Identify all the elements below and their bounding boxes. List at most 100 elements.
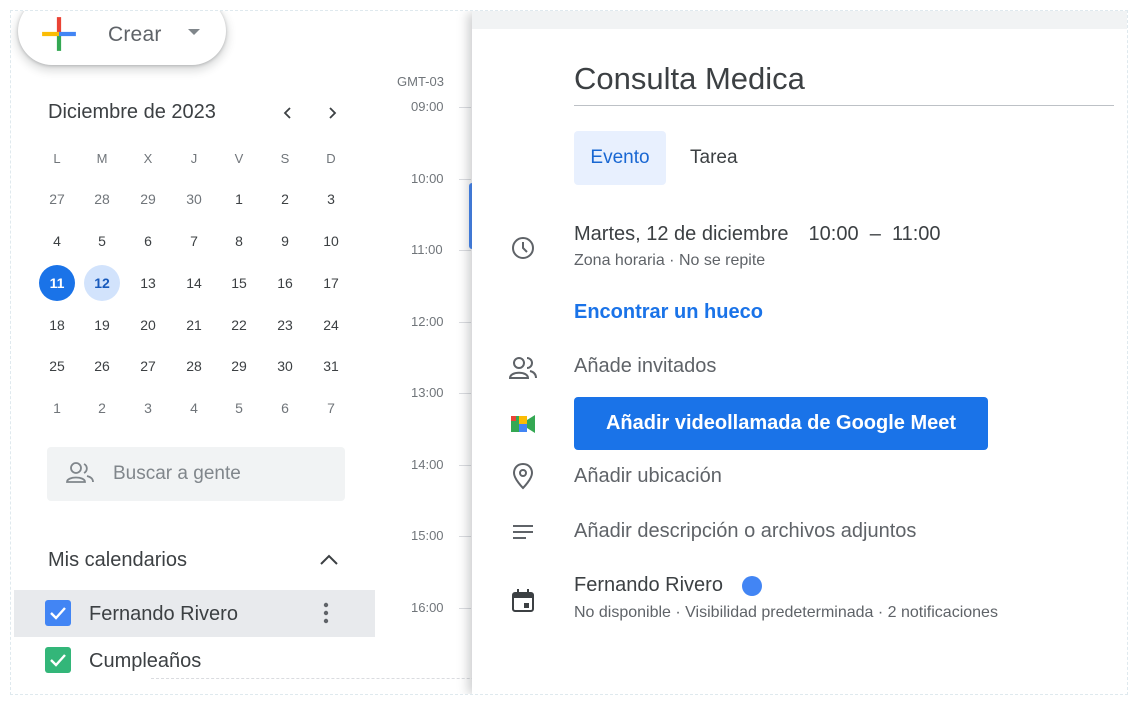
people-search-placeholder: Buscar a gente [113, 463, 241, 484]
calendar-day[interactable]: 7 [176, 223, 212, 259]
calendar-day[interactable]: 6 [267, 390, 303, 426]
event-title-input[interactable]: Consulta Medica [574, 61, 1114, 106]
check-icon [50, 654, 66, 667]
calendar-checkbox[interactable] [45, 600, 71, 626]
calendar-day[interactable]: 5 [84, 223, 120, 259]
caret-down-icon [188, 29, 200, 35]
hour-gridline [459, 465, 471, 466]
calendar-day[interactable]: 3 [130, 390, 166, 426]
calendar-day[interactable]: 28 [176, 348, 212, 384]
chevron-up-icon[interactable] [316, 547, 342, 573]
calendar-day[interactable]: 2 [267, 181, 303, 217]
calendar-day[interactable]: 7 [313, 390, 349, 426]
hour-gridline [459, 322, 471, 323]
calendar-item-fernando-rivero[interactable]: Fernando Rivero [14, 590, 375, 637]
calendar-day[interactable]: 9 [267, 223, 303, 259]
calendar-day[interactable]: 27 [39, 181, 75, 217]
calendar-day[interactable]: 31 [313, 348, 349, 384]
hour-label: 11:00 [411, 242, 443, 257]
people-search-input[interactable]: Buscar a gente [47, 447, 345, 501]
tab-evento[interactable]: Evento [574, 131, 666, 185]
hour-gridline [459, 536, 471, 537]
calendar-day[interactable]: 28 [84, 181, 120, 217]
calendar-day[interactable]: 29 [221, 348, 257, 384]
calendar-day[interactable]: 2 [84, 390, 120, 426]
calendar-day[interactable]: 15 [221, 265, 257, 301]
more-vert-icon[interactable] [314, 599, 338, 627]
weekday-label: S [280, 151, 290, 166]
calendar-day[interactable]: 24 [313, 307, 349, 343]
calendar-day[interactable]: 5 [221, 390, 257, 426]
hour-label: 10:00 [411, 171, 444, 186]
calendar-details[interactable]: No disponible · Visibilidad predetermina… [574, 604, 998, 622]
my-calendars-title: Mis calendarios [48, 549, 187, 571]
calendar-day[interactable]: 17 [313, 265, 349, 301]
google-meet-icon [511, 415, 535, 433]
calendar-day[interactable]: 18 [39, 307, 75, 343]
add-guests-input[interactable]: Añade invitados [574, 355, 716, 378]
calendar-day[interactable]: 30 [176, 181, 212, 217]
event-editor-panel: Consulta Medica Evento Tarea Martes, 12 … [472, 11, 1127, 694]
people-icon [66, 462, 94, 483]
calendar-day[interactable]: 13 [130, 265, 166, 301]
calendar-day[interactable]: 1 [221, 181, 257, 217]
event-date[interactable]: Martes, 12 de diciembre [574, 223, 789, 245]
chevron-right-icon[interactable] [320, 101, 344, 125]
chevron-left-icon[interactable] [276, 101, 300, 125]
calendar-day[interactable]: 23 [267, 307, 303, 343]
calendar-day[interactable]: 19 [84, 307, 120, 343]
plus-icon [42, 17, 76, 51]
calendar-day[interactable]: 22 [221, 307, 257, 343]
calendar-icon [512, 589, 534, 612]
calendar-day[interactable]: 4 [176, 390, 212, 426]
calendar-day[interactable]: 26 [84, 348, 120, 384]
description-icon [513, 525, 533, 539]
calendar-day[interactable]: 21 [176, 307, 212, 343]
create-button[interactable]: Crear [18, 11, 226, 65]
hour-label: 14:00 [411, 457, 444, 472]
calendar-color-dot[interactable] [742, 576, 762, 596]
calendar-day[interactable]: 8 [221, 223, 257, 259]
calendar-checkbox[interactable] [45, 647, 71, 673]
hour-gridline [459, 107, 471, 108]
day-selected[interactable]: 12 [84, 265, 120, 301]
add-location-input[interactable]: Añadir ubicación [574, 465, 722, 488]
calendar-day[interactable]: 20 [130, 307, 166, 343]
calendar-day[interactable]: 1 [39, 390, 75, 426]
day-today[interactable]: 11 [39, 265, 75, 301]
hour-gridline [459, 393, 471, 394]
app-frame: Crear Diciembre de 2023 L M X J V S D 27 28 29 30 1… [10, 10, 1128, 695]
calendar-day[interactable]: 30 [267, 348, 303, 384]
calendar-day[interactable]: 10 [313, 223, 349, 259]
calendar-day[interactable]: 6 [130, 223, 166, 259]
calendar-day[interactable]: 16 [267, 265, 303, 301]
calendar-day[interactable]: 4 [39, 223, 75, 259]
hour-gridline [459, 250, 471, 251]
tab-tarea[interactable]: Tarea [690, 131, 738, 185]
event-datetime[interactable]: Martes, 12 de diciembre 10:00 – 11:00 [574, 223, 941, 246]
create-label: Crear [108, 23, 162, 46]
find-slot-link[interactable]: Encontrar un hueco [574, 301, 763, 324]
hour-gridline [459, 608, 471, 609]
add-description-input[interactable]: Añadir descripción o archivos adjuntos [574, 520, 916, 543]
timezone-label: GMT-03 [397, 74, 444, 89]
calendar-owner[interactable]: Fernando Rivero [574, 574, 723, 597]
calendar-day[interactable]: 25 [39, 348, 75, 384]
timezone-repeat[interactable]: Zona horaria · No se repite [574, 252, 765, 270]
add-meet-button[interactable]: Añadir videollamada de Google Meet [574, 397, 988, 450]
panel-header [472, 11, 1127, 29]
calendar-day[interactable]: 27 [130, 348, 166, 384]
event-time-range[interactable]: 10:00 – 11:00 [809, 223, 941, 245]
location-pin-icon [512, 462, 534, 490]
weekday-label: D [326, 151, 336, 166]
hour-label: 09:00 [411, 99, 444, 114]
hour-label: 13:00 [411, 385, 444, 400]
calendar-day[interactable]: 14 [176, 265, 212, 301]
weekday-label: L [53, 151, 61, 166]
weekday-label: V [234, 151, 244, 166]
calendar-day[interactable]: 29 [130, 181, 166, 217]
hour-label: 15:00 [411, 528, 444, 543]
calendar-item-cumpleanos[interactable]: Cumpleaños [14, 637, 375, 684]
hour-label: 16:00 [411, 600, 444, 615]
calendar-day[interactable]: 3 [313, 181, 349, 217]
